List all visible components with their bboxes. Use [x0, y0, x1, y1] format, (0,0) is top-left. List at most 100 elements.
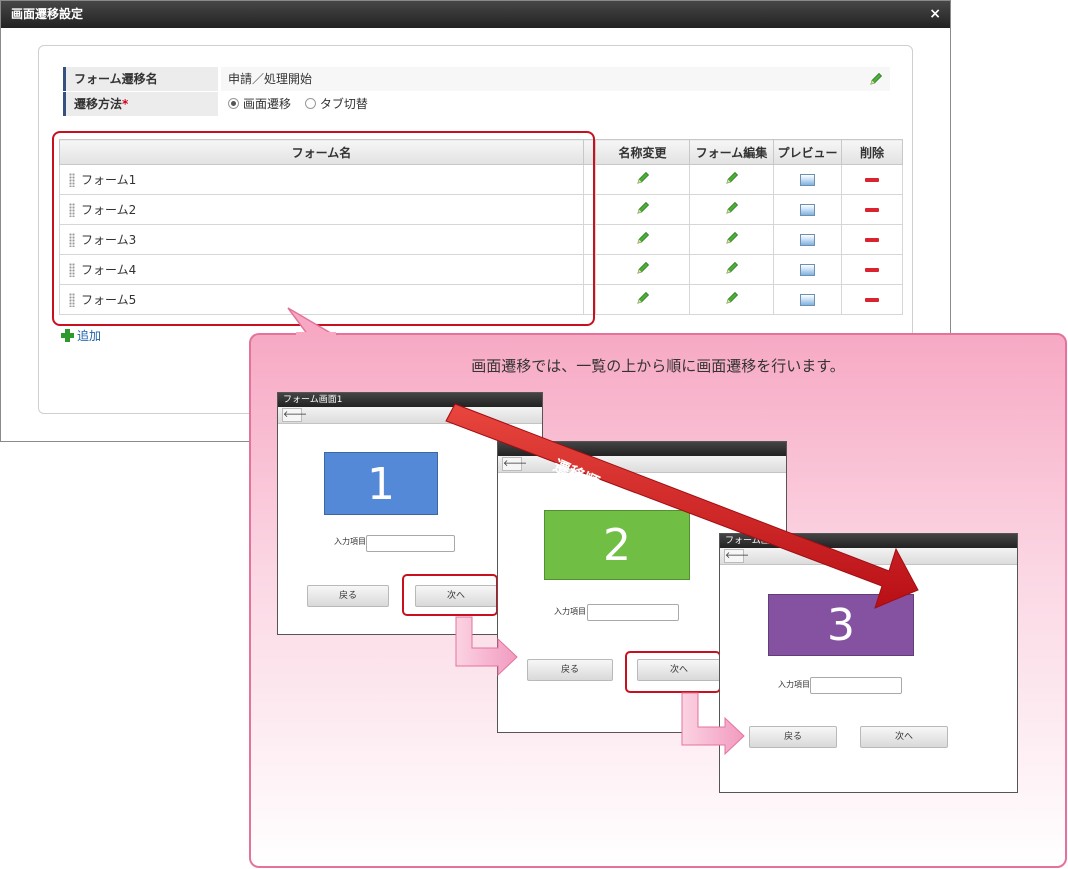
form-edit-pencil-icon[interactable] [724, 260, 740, 276]
minus-icon[interactable] [865, 178, 879, 182]
minus-icon[interactable] [865, 208, 879, 212]
minus-icon[interactable] [865, 238, 879, 242]
spacer-cell [583, 224, 596, 255]
rename-pencil-icon[interactable] [635, 170, 651, 186]
dialog-title: 画面遷移設定 [1, 1, 950, 28]
delete-cell [841, 254, 903, 285]
required-mark: * [122, 97, 129, 111]
preview-icon[interactable] [800, 234, 815, 246]
preview-cell [773, 194, 842, 225]
table-row[interactable]: フォーム4 [59, 254, 903, 285]
form-edit-cell [689, 254, 774, 285]
spacer-cell [583, 254, 596, 285]
preview-icon[interactable] [800, 174, 815, 186]
minus-icon[interactable] [865, 268, 879, 272]
drag-handle-icon[interactable] [69, 233, 75, 247]
back-arrow-icon[interactable]: 🡐 [724, 549, 749, 563]
spacer-cell [583, 194, 596, 225]
window-1-back-button[interactable]: 戻る [307, 585, 389, 607]
header-delete: 削除 [841, 139, 903, 165]
callout-text: 画面遷移では、一覧の上から順に画面遷移を行います。 [471, 357, 845, 375]
preview-icon[interactable] [800, 204, 815, 216]
form-edit-pencil-icon[interactable] [724, 230, 740, 246]
transition-method-label: 遷移方法* [63, 92, 218, 116]
form-edit-pencil-icon[interactable] [724, 200, 740, 216]
rename-pencil-icon[interactable] [635, 230, 651, 246]
table-row[interactable]: フォーム1 [59, 164, 903, 195]
form-transition-name-label: フォーム遷移名 [63, 67, 218, 91]
radio-screen-transition-label[interactable]: 画面遷移 [243, 97, 291, 111]
window-3-title: フォーム画面 [720, 534, 1017, 548]
header-preview: プレビュー [773, 139, 842, 165]
window-2-toolbar: 🡐 [498, 456, 786, 473]
spacer-cell [583, 284, 596, 315]
window-1-title: フォーム画面1 [278, 393, 542, 407]
form-edit-pencil-icon[interactable] [724, 290, 740, 306]
rename-pencil-icon[interactable] [635, 260, 651, 276]
rename-cell [595, 254, 690, 285]
window-3-next-button[interactable]: 次へ [860, 726, 948, 748]
window-3-back-button[interactable]: 戻る [749, 726, 837, 748]
spacer-cell [583, 164, 596, 195]
form-edit-cell [689, 224, 774, 255]
window-2-next-highlight [625, 651, 721, 693]
back-arrow-icon[interactable]: 🡐 [502, 457, 527, 471]
window-2-input-field[interactable] [587, 604, 679, 621]
preview-icon[interactable] [800, 264, 815, 276]
rename-pencil-icon[interactable] [635, 200, 651, 216]
table-header-row: フォーム名 名称変更 フォーム編集 プレビュー 削除 [59, 139, 903, 165]
drag-handle-icon[interactable] [69, 173, 75, 187]
add-form-label: 追加 [77, 329, 102, 343]
form-name: フォーム2 [81, 203, 137, 217]
form-edit-cell [689, 194, 774, 225]
window-1-next-highlight [402, 574, 498, 616]
transition-method-options: 画面遷移 タブ切替 [221, 92, 890, 116]
table-row[interactable]: フォーム2 [59, 194, 903, 225]
form-name-cell: フォーム4 [59, 254, 584, 285]
form-edit-pencil-icon[interactable] [724, 170, 740, 186]
rename-cell [595, 284, 690, 315]
plus-icon [61, 329, 74, 342]
window-3-toolbar: 🡐 [720, 548, 1017, 565]
rename-pencil-icon[interactable] [635, 290, 651, 306]
rename-cell [595, 164, 690, 195]
callout-pointer [287, 307, 337, 336]
minus-icon[interactable] [865, 298, 879, 302]
window-3-input-label: 入力項目 [778, 680, 810, 689]
window-3-input-field[interactable] [810, 677, 902, 694]
drag-handle-icon[interactable] [69, 203, 75, 217]
window-1-input-field[interactable] [366, 535, 455, 552]
add-form-link[interactable]: 追加 [61, 327, 101, 344]
form-window-3: フォーム画面 🡐 3 入力項目 戻る 次へ [719, 533, 1018, 793]
radio-tab-switch-label[interactable]: タブ切替 [320, 97, 368, 111]
close-icon[interactable]: × [929, 6, 941, 22]
radio-tab-switch[interactable] [304, 98, 316, 109]
preview-icon[interactable] [800, 294, 815, 306]
preview-cell [773, 224, 842, 255]
window-2-back-button[interactable]: 戻る [527, 659, 613, 681]
window-2-title [498, 442, 786, 456]
radio-screen-transition[interactable] [228, 98, 239, 109]
form-name: フォーム3 [81, 233, 137, 247]
table-row[interactable]: フォーム3 [59, 224, 903, 255]
table-row[interactable]: フォーム5 [59, 284, 903, 315]
form-name: フォーム5 [81, 293, 137, 307]
window-3-number-box: 3 [768, 594, 914, 656]
back-arrow-icon[interactable]: 🡐 [282, 408, 307, 422]
header-spacer [583, 139, 596, 165]
delete-cell [841, 164, 903, 195]
header-rename: 名称変更 [595, 139, 690, 165]
form-name-cell: フォーム3 [59, 224, 584, 255]
delete-cell [841, 224, 903, 255]
form-name: フォーム1 [81, 173, 137, 187]
edit-name-pencil-icon[interactable] [868, 71, 884, 87]
form-name: フォーム4 [81, 263, 137, 277]
drag-handle-icon[interactable] [69, 293, 75, 307]
preview-cell [773, 164, 842, 195]
form-edit-cell [689, 164, 774, 195]
form-transition-name-value: 申請／処理開始 [221, 67, 890, 91]
window-1-number-box: 1 [324, 452, 438, 515]
drag-handle-icon[interactable] [69, 263, 75, 277]
rename-cell [595, 194, 690, 225]
page: 画面遷移設定 × フォーム遷移名 申請／処理開始 遷移方法* 画面遷移 タブ切替 [0, 0, 1068, 869]
